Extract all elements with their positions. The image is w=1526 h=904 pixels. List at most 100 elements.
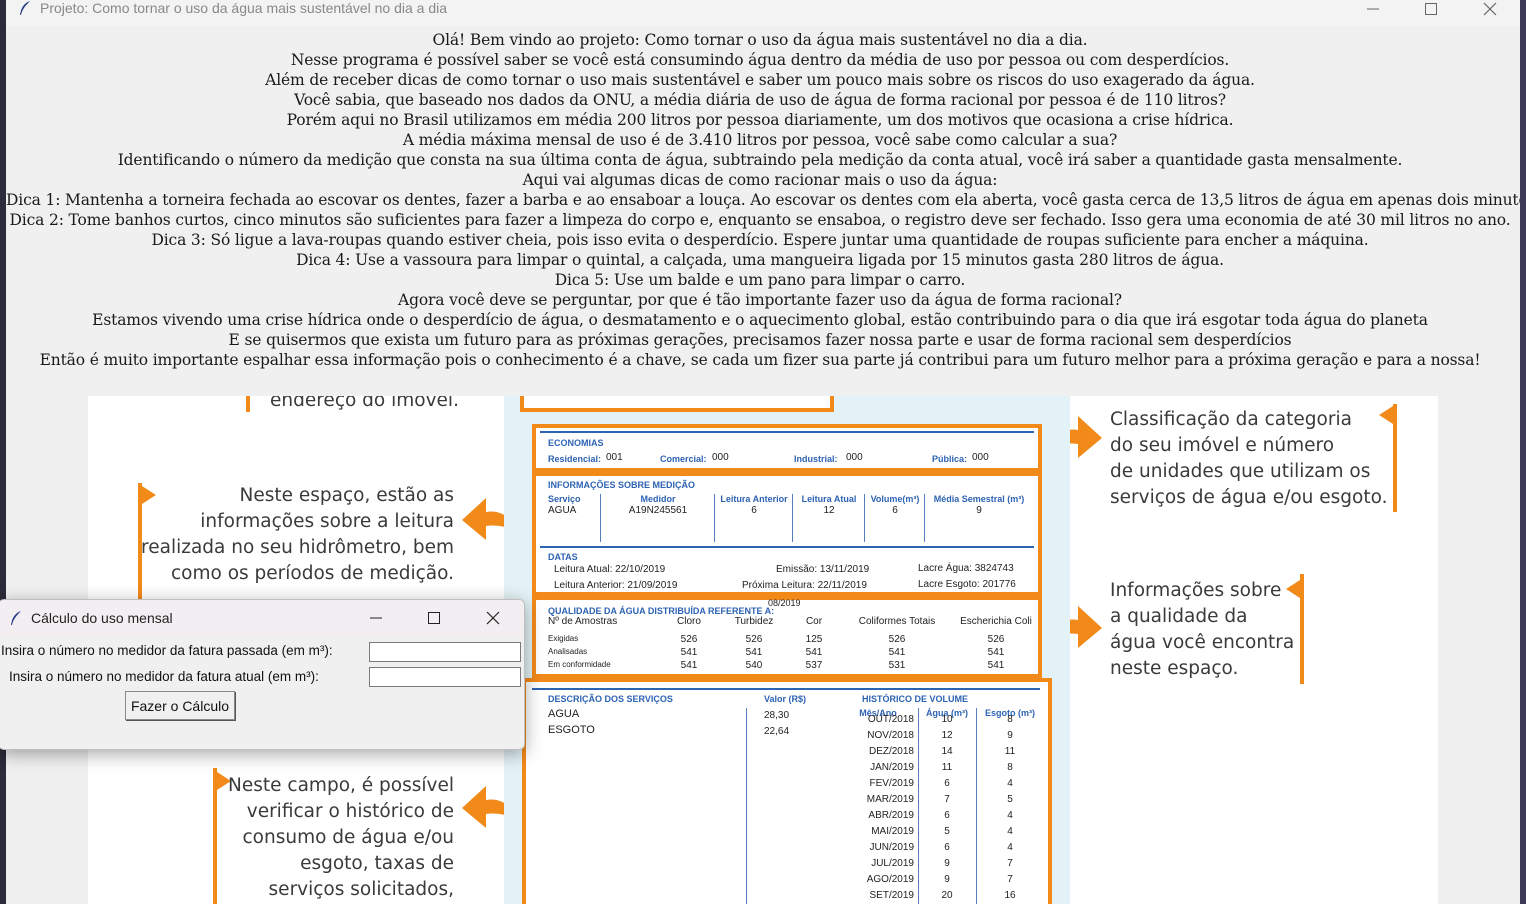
bill-economias-box: ECONOMIAS Residencial: 001 Comercial: 00…	[532, 424, 1042, 472]
medicao-divider	[792, 494, 793, 542]
historico-cell: MAR/2019	[866, 794, 914, 805]
medicao-header: Média Semestral (m³)	[933, 494, 1025, 504]
callout-line: Informações sobre	[1110, 580, 1282, 601]
medicao-value: A19N245561	[628, 505, 688, 516]
publica-label: Pública:	[932, 454, 968, 464]
intro-line: Identificando o número da medição que co…	[117, 151, 1403, 169]
intro-line: Dica 2: Tome banhos curtos, cinco minuto…	[9, 211, 1511, 229]
qualidade-cell: 526	[888, 634, 906, 645]
intro-line: Dica 5: Use um balde e um pano para limp…	[554, 271, 966, 289]
qualidade-cell: 537	[805, 660, 823, 671]
intro-line: Olá! Bem vindo ao projeto: Como tornar o…	[432, 31, 1088, 49]
datas-title: DATAS	[548, 552, 578, 562]
historico-cell: 11	[941, 762, 953, 773]
medicao-value: 12	[823, 505, 835, 516]
intro-line: Aqui vai algumas dicas de como racionar …	[522, 171, 998, 189]
qualidade-cell: 541	[987, 660, 1005, 671]
qualidade-cell: 125	[805, 634, 823, 645]
qualidade-cell: 540	[745, 660, 763, 671]
historico-cell: 9	[944, 874, 950, 885]
main-window: Projeto: Como tornar o uso da água mais …	[6, 0, 1520, 904]
medicao-value: 6	[892, 505, 898, 516]
qualidade-cell: 526	[745, 634, 763, 645]
feather-icon	[18, 0, 32, 16]
intro-line: Então é muito importante espalhar essa i…	[39, 351, 1481, 369]
historico-cell: MAI/2019	[871, 826, 914, 837]
historico-cell: 14	[941, 746, 953, 757]
dialog-titlebar[interactable]: Cálculo do uso mensal	[0, 600, 524, 636]
publica-value: 000	[972, 452, 989, 463]
medicao-header: Medidor	[640, 494, 676, 504]
medicao-divider	[714, 494, 715, 542]
callout-line: verificar o histórico de	[246, 801, 454, 822]
historico-cell: 7	[1007, 874, 1013, 885]
historico-cell: 6	[944, 778, 950, 789]
feather-icon	[9, 610, 23, 626]
medicao-header: Leitura Anterior	[720, 494, 788, 504]
bill-medicao-box: INFORMAÇÕES SOBRE MEDIÇÃO Serviço AGUA Med…	[532, 472, 1042, 596]
lacre-esgoto: Lacre Esgoto: 201776	[918, 579, 1016, 590]
callout-line: Classificação da categoria	[1110, 409, 1352, 430]
callout-line: serviços solicitados,	[268, 879, 454, 900]
dialog-minimize-button[interactable]	[353, 609, 399, 629]
historico-cell: 4	[1007, 826, 1013, 837]
historico-cell: 8	[1007, 762, 1013, 773]
medicao-title: INFORMAÇÕES SOBRE MEDIÇÃO	[548, 480, 696, 490]
input-fatura-passada[interactable]	[369, 642, 521, 662]
callout-line: Neste campo, é possível	[228, 775, 454, 796]
dialog-title: Cálculo do uso mensal	[31, 610, 173, 626]
economias-title: ECONOMIAS	[548, 438, 604, 448]
historico-cell: DEZ/2018	[868, 746, 914, 757]
callout-line: água você encontra	[1110, 632, 1295, 653]
intro-line: Você sabia, que baseado nos dados da ONU…	[294, 91, 1226, 109]
proxima-leitura: Próxima Leitura: 22/11/2019	[742, 580, 867, 591]
flag-marker	[1300, 574, 1304, 684]
qualidade-cell: 541	[987, 647, 1005, 658]
medicao-divider	[600, 494, 601, 542]
callout-line: realizada no seu hidrômetro, bem	[141, 537, 454, 558]
qualidade-cell: 541	[745, 647, 763, 658]
qualidade-header: Cloro	[677, 616, 701, 627]
qualidade-cell: 541	[680, 660, 698, 671]
historico-cell: NOV/2018	[867, 730, 914, 741]
intro-line: Agora você deve se perguntar, por que é …	[398, 291, 1122, 309]
historico-cell: JUL/2019	[871, 858, 914, 869]
historico-cell: ABR/2019	[868, 810, 914, 821]
qualidade-header: Turbidez	[734, 616, 774, 627]
input-fatura-atual[interactable]	[369, 667, 521, 687]
medicao-header: Leitura Atual	[801, 494, 857, 504]
medicao-value: 6	[751, 505, 757, 516]
calc-dialog: Cálculo do uso mensal Insira o número no…	[0, 599, 525, 750]
servico-valor: 22,64	[764, 726, 790, 737]
qualidade-cell: 541	[888, 647, 906, 658]
servico-name: AGUA	[548, 708, 580, 720]
historico-cell: 9	[1007, 730, 1013, 741]
intro-line: Além de receber dicas de como tornar o u…	[265, 71, 1255, 89]
dialog-close-button[interactable]	[470, 609, 516, 629]
lacre-agua: Lacre Água: 3824743	[918, 563, 1014, 574]
medicao-divider	[924, 494, 925, 542]
intro-line: Porém aqui no Brasil utilizamos em média…	[286, 111, 1234, 129]
minimize-button[interactable]	[1350, 0, 1396, 20]
callout-line: a qualidade da	[1110, 606, 1248, 627]
qualidade-cell: 531	[888, 660, 906, 671]
historico-cell: 6	[944, 842, 950, 853]
historico-cell: AGO/2019	[866, 874, 914, 885]
servico-valor: 28,30	[764, 710, 790, 721]
historico-title: HISTÓRICO DE VOLUME	[862, 694, 969, 704]
historico-cell: 7	[944, 794, 950, 805]
maximize-button[interactable]	[1408, 0, 1454, 20]
dialog-maximize-button[interactable]	[411, 609, 457, 629]
historico-cell: JAN/2019	[870, 762, 914, 773]
servicos-title: DESCRIÇÃO DOS SERVIÇOS	[548, 694, 673, 704]
historico-cell: OUT/2018	[867, 714, 914, 725]
close-button[interactable]	[1467, 0, 1513, 20]
historico-cell: 4	[1007, 778, 1013, 789]
callout-leitura: Neste espaço, estão as informações sobre …	[141, 483, 454, 587]
qualidade-title: QUALIDADE DA ÁGUA DISTRIBUÍDA REFERENTE …	[548, 606, 775, 616]
residencial-value: 001	[606, 452, 623, 463]
historico-cell: 5	[944, 826, 950, 837]
calc-button[interactable]: Fazer o Cálculo	[125, 691, 235, 720]
main-titlebar[interactable]: Projeto: Como tornar o uso da água mais …	[6, 0, 1520, 26]
callout-line: de unidades que utilizam os	[1110, 461, 1371, 482]
